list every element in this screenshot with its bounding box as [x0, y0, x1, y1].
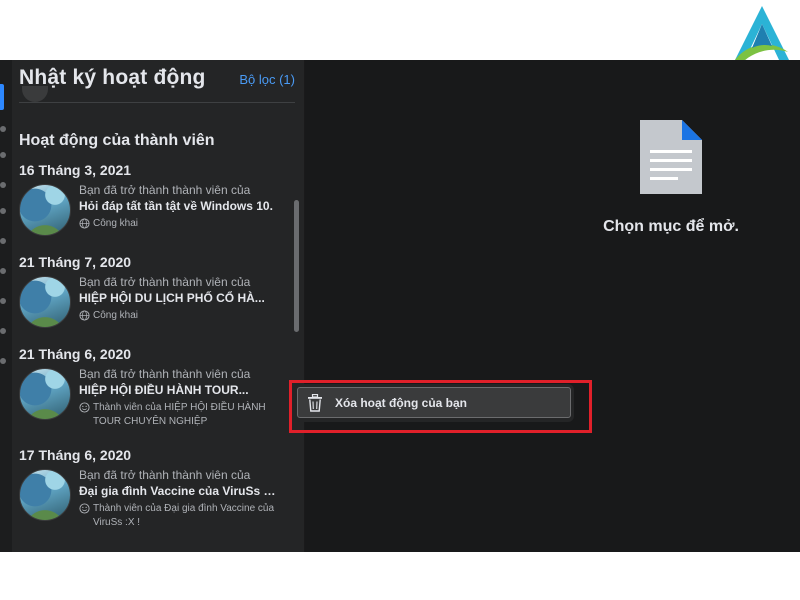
globe-icon	[79, 218, 90, 229]
activity-log-window: Nhật ký hoạt động Bộ lọc (1) Hoạt động c…	[0, 60, 800, 552]
panel-header: Nhật ký hoạt động Bộ lọc (1)	[19, 66, 295, 102]
group-avatar	[19, 184, 71, 236]
privacy-label: Công khai	[93, 218, 139, 229]
empty-state: Chọn mục để mở.	[566, 120, 776, 236]
nav-icon[interactable]	[0, 328, 6, 334]
nav-icon[interactable]	[0, 358, 6, 364]
membership-meta: Thành viên của Đại gia đình Vaccine của …	[79, 502, 294, 530]
smiley-icon	[79, 503, 90, 514]
membership-label: Thành viên của HIỆP HỘI ĐIỀU HÀNH TOUR C…	[93, 402, 266, 427]
activity-day: 17 Tháng 6, 2020 Bạn đã trở thành thành …	[19, 445, 294, 530]
activity-text: Bạn đã trở thành thành viên của	[79, 183, 251, 197]
section-title: Hoạt động của thành viên	[19, 132, 215, 149]
group-avatar	[19, 469, 71, 521]
privacy-meta: Công khai	[79, 217, 294, 231]
nav-icon[interactable]	[0, 208, 6, 214]
membership-meta: Thành viên của HIỆP HỘI ĐIỀU HÀNH TOUR C…	[79, 401, 294, 429]
activity-item[interactable]: Bạn đã trở thành thành viên của Đại gia …	[19, 467, 294, 530]
privacy-meta: Công khai	[79, 309, 294, 323]
membership-label: Thành viên của Đại gia đình Vaccine của …	[93, 503, 275, 528]
activity-text: Bạn đã trở thành thành viên của	[79, 367, 251, 381]
delete-activity-label: Xóa hoạt động của bạn	[335, 395, 468, 410]
panel-scrollbar[interactable]	[294, 200, 299, 332]
group-name[interactable]: Hỏi đáp tất tần tật về Windows 10.	[79, 198, 279, 214]
smiley-icon	[79, 402, 90, 413]
nav-icon[interactable]	[0, 152, 6, 158]
left-nav-strip	[0, 60, 12, 552]
activity-day: 21 Tháng 7, 2020 Bạn đã trở thành thành …	[19, 252, 294, 328]
group-name[interactable]: HIỆP HỘI DU LỊCH PHỐ CỔ HÀ...	[79, 290, 279, 306]
delete-activity-menu-item[interactable]: Xóa hoạt động của bạn	[297, 387, 571, 418]
activity-item[interactable]: Bạn đã trở thành thành viên của Hỏi đáp …	[19, 182, 294, 236]
trash-icon	[308, 393, 322, 412]
activity-item[interactable]: Bạn đã trở thành thành viên của HIỆP HỘI…	[19, 366, 294, 429]
activity-text: Bạn đã trở thành thành viên của	[79, 275, 251, 289]
nav-icon[interactable]	[0, 298, 6, 304]
context-menu: Xóa hoạt động của bạn	[294, 384, 574, 422]
activity-day: 21 Tháng 6, 2020 Bạn đã trở thành thành …	[19, 344, 294, 429]
activity-date: 21 Tháng 7, 2020	[19, 254, 132, 270]
empty-state-text: Chọn mục để mở.	[603, 218, 739, 235]
nav-icon[interactable]	[0, 126, 6, 132]
nav-icon[interactable]	[0, 238, 6, 244]
activity-item[interactable]: Bạn đã trở thành thành viên của HIỆP HỘI…	[19, 274, 294, 328]
group-name[interactable]: HIỆP HỘI ĐIỀU HÀNH TOUR...	[79, 382, 279, 398]
activity-feed: 16 Tháng 3, 2021 Bạn đã trở thành thành …	[19, 160, 294, 546]
group-name[interactable]: Đại gia đình Vaccine của ViruSs :X !	[79, 483, 279, 499]
privacy-label: Công khai	[93, 310, 139, 321]
activity-date: 17 Tháng 6, 2020	[19, 447, 132, 463]
group-avatar	[19, 368, 71, 420]
activity-day: 16 Tháng 3, 2021 Bạn đã trở thành thành …	[19, 160, 294, 236]
divider	[19, 102, 295, 103]
nav-icon[interactable]	[0, 182, 6, 188]
activity-date: 16 Tháng 3, 2021	[19, 162, 132, 178]
activity-panel: Nhật ký hoạt động Bộ lọc (1) Hoạt động c…	[12, 60, 305, 552]
nav-active-indicator	[0, 84, 4, 110]
nav-icon[interactable]	[0, 268, 6, 274]
filter-link[interactable]: Bộ lọc (1)	[239, 72, 295, 87]
group-avatar	[19, 276, 71, 328]
activity-date: 21 Tháng 6, 2020	[19, 346, 132, 362]
globe-icon	[79, 310, 90, 321]
activity-text: Bạn đã trở thành thành viên của	[79, 468, 251, 482]
document-icon	[640, 120, 702, 194]
